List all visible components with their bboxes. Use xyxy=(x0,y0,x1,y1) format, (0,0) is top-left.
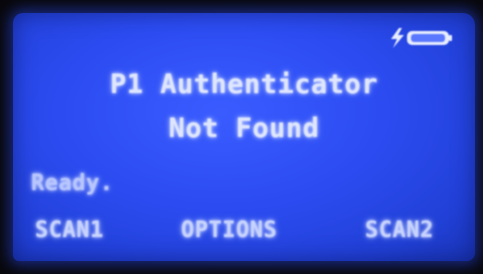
battery-icon xyxy=(407,31,452,45)
page-title: P1 Authenticator xyxy=(109,69,379,100)
lightning-bolt-icon xyxy=(391,28,404,48)
status-indicators xyxy=(387,27,457,49)
lcd-screen: P1 Authenticator Not Found Ready. SCAN1 … xyxy=(13,13,475,261)
ready-status: Ready. xyxy=(31,171,114,196)
options-softkey[interactable]: OPTIONS xyxy=(181,218,277,243)
scan1-softkey[interactable]: SCAN1 xyxy=(35,218,104,243)
scan2-softkey[interactable]: SCAN2 xyxy=(365,218,434,243)
status-message: Not Found xyxy=(168,113,320,144)
